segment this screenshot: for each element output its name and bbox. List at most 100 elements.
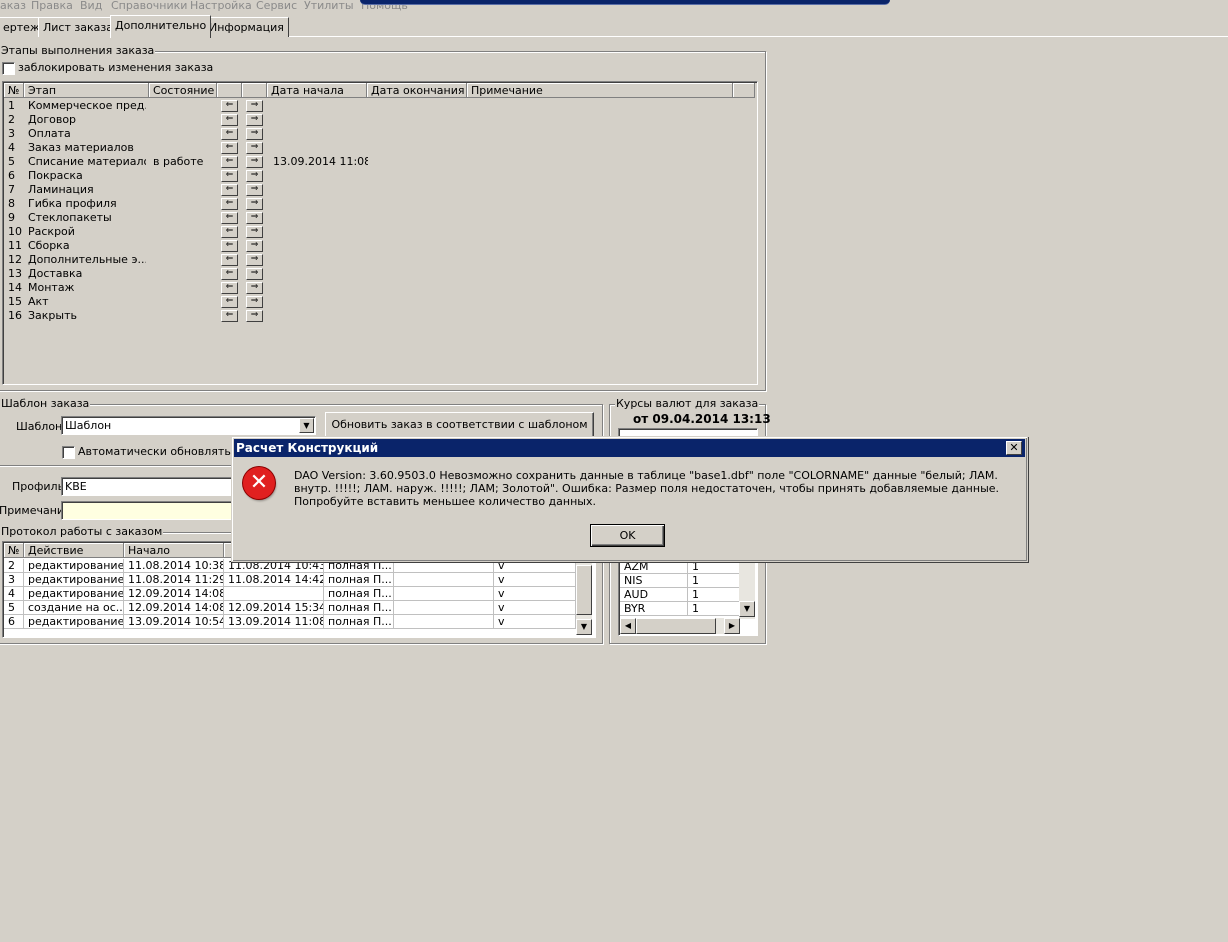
stage-name[interactable]: Сборка [28, 239, 146, 253]
protocol-cell-action[interactable]: редактирование [24, 559, 124, 573]
stage-name[interactable]: Гибка профиля [28, 197, 146, 211]
arrow-left-icon[interactable]: ⇐ [221, 100, 238, 112]
currency-cell-code[interactable]: AUD [620, 588, 688, 602]
stage-name[interactable]: Ламинация [28, 183, 146, 197]
arrow-left-icon[interactable]: ⇐ [221, 212, 238, 224]
col-header-state[interactable]: Состояние [149, 83, 217, 98]
tab-information[interactable]: Информация [204, 17, 289, 37]
protocol-cell-type[interactable]: полная П... [324, 615, 394, 629]
protocol-cell-end[interactable]: 12.09.2014 15:34 [224, 601, 324, 615]
template-select[interactable]: Шаблон ▼ [61, 416, 316, 435]
arrow-right-icon[interactable]: ⇒ [246, 100, 263, 112]
menu-item-view[interactable]: Вид [80, 0, 102, 12]
currency-scroll-down-icon[interactable]: ▼ [739, 601, 755, 617]
arrow-right-icon[interactable]: ⇒ [246, 198, 263, 210]
protocol-col-start[interactable]: Начало [124, 543, 224, 558]
update-from-template-button[interactable]: Обновить заказ в соответствии с шаблоном [325, 412, 594, 438]
protocol-cell-blank[interactable] [394, 601, 494, 615]
arrow-right-icon[interactable]: ⇒ [246, 114, 263, 126]
profile-input[interactable]: KBE [61, 477, 236, 496]
arrow-left-icon[interactable]: ⇐ [221, 198, 238, 210]
arrow-right-icon[interactable]: ⇒ [246, 156, 263, 168]
protocol-cell-start[interactable]: 12.09.2014 14:08 [124, 601, 224, 615]
protocol-cell-end[interactable] [224, 587, 324, 601]
protocol-cell-n[interactable]: 5 [4, 601, 24, 615]
arrow-left-icon[interactable]: ⇐ [221, 296, 238, 308]
stage-name[interactable]: Дополнительные э... [28, 253, 146, 267]
currency-cell-code[interactable]: AZM [620, 560, 688, 574]
arrow-right-icon[interactable]: ⇒ [246, 240, 263, 252]
protocol-cell-n[interactable]: 2 [4, 559, 24, 573]
menu-item-utilities[interactable]: Утилиты [304, 0, 354, 12]
stage-name[interactable]: Оплата [28, 127, 146, 141]
arrow-left-icon[interactable]: ⇐ [221, 184, 238, 196]
protocol-cell-n[interactable]: 3 [4, 573, 24, 587]
currency-hscrollbar[interactable]: ◀ ▶ [620, 618, 740, 634]
arrow-left-icon[interactable]: ⇐ [221, 310, 238, 322]
stage-name[interactable]: Стеклопакеты [28, 211, 146, 225]
arrow-left-icon[interactable]: ⇐ [221, 128, 238, 140]
col-header-start-date[interactable]: Дата начала [267, 83, 367, 98]
currency-cell-code[interactable]: BYR [620, 602, 688, 616]
col-header-stage[interactable]: Этап [24, 83, 149, 98]
tab-order-sheet[interactable]: Лист заказа [38, 17, 118, 37]
protocol-cell-end[interactable]: 11.08.2014 14:42 [224, 573, 324, 587]
protocol-cell-blank[interactable] [394, 615, 494, 629]
stage-name[interactable]: Коммерческое пред... [28, 99, 146, 113]
col-header-forward[interactable] [242, 83, 267, 98]
currency-scroll-left-icon[interactable]: ◀ [620, 618, 636, 634]
arrow-left-icon[interactable]: ⇐ [221, 240, 238, 252]
arrow-right-icon[interactable]: ⇒ [246, 282, 263, 294]
arrow-left-icon[interactable]: ⇐ [221, 170, 238, 182]
protocol-cell-action[interactable]: создание на ос... [24, 601, 124, 615]
arrow-left-icon[interactable]: ⇐ [221, 142, 238, 154]
arrow-right-icon[interactable]: ⇒ [246, 296, 263, 308]
protocol-cell-start[interactable]: 11.08.2014 11:29 [124, 573, 224, 587]
arrow-right-icon[interactable]: ⇒ [246, 170, 263, 182]
protocol-cell-end[interactable]: 13.09.2014 11:08 [224, 615, 324, 629]
lock-changes-checkbox[interactable] [2, 62, 15, 75]
protocol-cell-blank[interactable] [394, 573, 494, 587]
stages-list[interactable]: № Этап Состояние Дата начала Дата оконча… [2, 81, 758, 385]
col-header-end-date[interactable]: Дата окончания [367, 83, 467, 98]
arrow-left-icon[interactable]: ⇐ [221, 114, 238, 126]
currency-cell-rate[interactable]: 1 [688, 602, 740, 616]
stage-name[interactable]: Раскрой [28, 225, 146, 239]
menu-item-edit[interactable]: Правка [31, 0, 73, 12]
arrow-left-icon[interactable]: ⇐ [221, 156, 238, 168]
stage-name[interactable]: Монтаж [28, 281, 146, 295]
arrow-right-icon[interactable]: ⇒ [246, 128, 263, 140]
protocol-cell-start[interactable]: 13.09.2014 10:54 [124, 615, 224, 629]
arrow-left-icon[interactable]: ⇐ [221, 268, 238, 280]
tab-additional[interactable]: Дополнительно [110, 15, 212, 38]
arrow-right-icon[interactable]: ⇒ [246, 254, 263, 266]
note-input[interactable] [61, 501, 236, 520]
arrow-right-icon[interactable]: ⇒ [246, 226, 263, 238]
arrow-left-icon[interactable]: ⇐ [221, 254, 238, 266]
stage-name[interactable]: Доставка [28, 267, 146, 281]
protocol-cell-blank[interactable] [394, 587, 494, 601]
arrow-right-icon[interactable]: ⇒ [246, 212, 263, 224]
stage-name[interactable]: Списание материалов [28, 155, 146, 169]
menu-item-settings[interactable]: Настройка [190, 0, 252, 12]
col-header-number[interactable]: № [4, 83, 24, 98]
arrow-right-icon[interactable]: ⇒ [246, 184, 263, 196]
currency-cell-rate[interactable]: 1 [688, 574, 740, 588]
protocol-cell-type[interactable]: полная П... [324, 573, 394, 587]
currency-hscroll-thumb[interactable] [636, 618, 716, 634]
col-header-note[interactable]: Примечание [467, 83, 733, 98]
menu-item-order[interactable]: аказ [0, 0, 26, 12]
arrow-left-icon[interactable]: ⇐ [221, 226, 238, 238]
protocol-cell-flag[interactable]: v [494, 615, 576, 629]
stage-name[interactable]: Покраска [28, 169, 146, 183]
protocol-col-action[interactable]: Действие [24, 543, 124, 558]
protocol-cell-action[interactable]: редактирование [24, 573, 124, 587]
arrow-right-icon[interactable]: ⇒ [246, 310, 263, 322]
chevron-down-icon[interactable]: ▼ [299, 418, 314, 433]
scroll-thumb[interactable] [576, 565, 592, 615]
protocol-cell-n[interactable]: 6 [4, 615, 24, 629]
protocol-cell-flag[interactable]: v [494, 573, 576, 587]
stage-name[interactable]: Закрыть [28, 309, 146, 323]
protocol-cell-type[interactable]: полная П... [324, 587, 394, 601]
stage-name[interactable]: Акт [28, 295, 146, 309]
